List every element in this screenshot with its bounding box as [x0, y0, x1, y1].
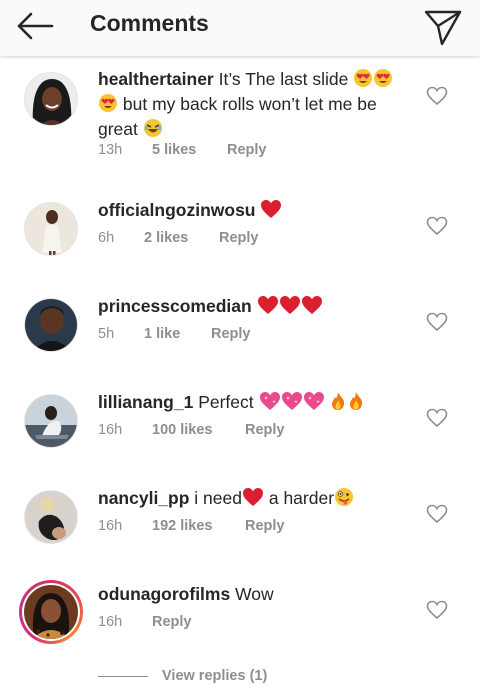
likes-count[interactable]: 5 likes	[152, 142, 196, 158]
comment-body: lillianang_1 Perfect	[98, 391, 398, 416]
sparkling-heart-emoji	[303, 391, 325, 416]
reply-button[interactable]: Reply	[219, 230, 259, 246]
likes-count[interactable]: 100 likes	[152, 422, 212, 438]
red-heart-emoji	[257, 295, 279, 320]
avatar	[24, 585, 78, 639]
like-button[interactable]	[426, 600, 448, 620]
sparkling-heart-emoji	[259, 391, 281, 416]
comment-username[interactable]: officialngozinwosu	[98, 200, 256, 220]
heart-outline-icon	[426, 504, 448, 524]
sparkling-heart-emoji	[281, 391, 303, 416]
fire-emoji	[347, 391, 365, 416]
comment-time: 13h	[98, 142, 123, 158]
comment-time: 16h	[98, 422, 123, 438]
comment-text: i need	[194, 488, 242, 508]
heart-outline-icon	[426, 86, 448, 106]
heart-outline-icon	[426, 600, 448, 620]
comment-text: a harder	[268, 488, 335, 508]
comment-text: Perfect	[198, 392, 254, 412]
reply-button[interactable]: Reply	[227, 142, 267, 158]
likes-count[interactable]: 2 likes	[144, 230, 188, 246]
heart-outline-icon	[426, 408, 448, 428]
comment-username[interactable]: nancyli_pp	[98, 488, 189, 508]
comment-text: Wow	[235, 584, 274, 604]
view-replies-label: View replies (1)	[162, 668, 268, 684]
comment-username[interactable]: healthertainer	[98, 69, 214, 89]
like-button[interactable]	[426, 86, 448, 106]
avatar[interactable]	[24, 298, 78, 352]
comment-username[interactable]: odunagorofilms	[98, 584, 230, 604]
divider	[98, 676, 148, 677]
back-button[interactable]	[14, 7, 58, 47]
reply-button[interactable]: Reply	[245, 422, 285, 438]
likes-count[interactable]: 1 like	[144, 326, 180, 342]
heart-outline-icon	[426, 312, 448, 332]
heart-eyes-emoji	[98, 93, 118, 118]
page-title: Comments	[90, 10, 209, 36]
comment-body: odunagorofilms Wow	[98, 583, 398, 605]
comment-username[interactable]: princesscomedian	[98, 296, 252, 316]
top-bar: Comments	[0, 0, 480, 56]
like-button[interactable]	[426, 408, 448, 428]
comment-time: 16h	[98, 518, 123, 534]
like-button[interactable]	[426, 216, 448, 236]
comment-time: 16h	[98, 614, 123, 630]
reply-button[interactable]: Reply	[245, 518, 285, 534]
like-button[interactable]	[426, 504, 448, 524]
arrow-left-icon	[17, 12, 54, 40]
red-heart-emoji	[279, 295, 301, 320]
avatar-story-ring[interactable]	[19, 580, 83, 644]
comment-username[interactable]: lillianang_1	[98, 392, 193, 412]
like-button[interactable]	[426, 312, 448, 332]
zany-face-emoji	[334, 487, 354, 512]
comment-time: 5h	[98, 326, 115, 342]
fire-emoji	[329, 391, 347, 416]
laughing-emoji	[143, 118, 163, 143]
view-replies-button[interactable]: View replies (1)	[98, 666, 298, 688]
comment-body: nancyli_pp i need a harder	[98, 487, 398, 512]
share-button[interactable]	[420, 6, 466, 48]
avatar[interactable]	[24, 394, 78, 448]
avatar[interactable]	[24, 490, 78, 544]
avatar[interactable]	[24, 202, 78, 256]
reply-button[interactable]: Reply	[211, 326, 251, 342]
comment-text: great	[98, 119, 138, 139]
comment-body: officialngozinwosu	[98, 199, 398, 224]
reply-button[interactable]: Reply	[152, 614, 192, 630]
heart-outline-icon	[426, 216, 448, 236]
comment-body: healthertainer It’s The last slide but m…	[98, 68, 398, 143]
comment-text: It’s The last slide	[218, 69, 349, 89]
comment-time: 6h	[98, 230, 115, 246]
avatar[interactable]	[24, 72, 78, 126]
likes-count[interactable]: 192 likes	[152, 518, 212, 534]
comment-text: but my back rolls won’t let me be	[122, 94, 377, 114]
comment-body: princesscomedian	[98, 295, 398, 320]
red-heart-emoji	[242, 487, 264, 512]
red-heart-emoji	[260, 199, 282, 224]
heart-eyes-emoji	[353, 68, 373, 93]
heart-eyes-emoji	[373, 68, 393, 93]
red-heart-emoji	[301, 295, 323, 320]
paper-plane-icon	[424, 10, 462, 46]
